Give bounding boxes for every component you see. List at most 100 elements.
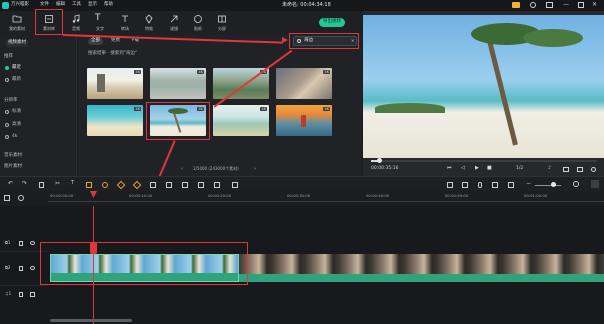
stop-icon[interactable]: ■ bbox=[487, 166, 492, 171]
redo-icon[interactable]: ↷ bbox=[22, 181, 27, 187]
snapshot-icon[interactable] bbox=[563, 167, 569, 172]
snap-icon[interactable] bbox=[508, 182, 514, 188]
track-1-eye-icon[interactable] bbox=[30, 241, 35, 245]
link-icon[interactable] bbox=[18, 195, 24, 201]
text-tool-icon[interactable]: T bbox=[71, 181, 74, 186]
music-note-icon bbox=[71, 14, 81, 24]
zoom-slider[interactable] bbox=[535, 185, 561, 186]
export-button[interactable]: 导出视频 bbox=[319, 18, 345, 27]
tab-audio-label: 音频 bbox=[72, 26, 80, 31]
thumbnail-2[interactable]: 4K bbox=[150, 68, 206, 99]
color-icon[interactable] bbox=[116, 180, 126, 190]
menu-file[interactable]: 文件 bbox=[40, 2, 49, 8]
green-screen-icon[interactable] bbox=[150, 182, 156, 188]
title-bar: 万兴喵影 文件 编辑 工具 显示 帮助 未命名: 00:04:34:18 — ✕ bbox=[0, 0, 604, 11]
cut-icon[interactable]: ✂ bbox=[55, 181, 60, 187]
tab-audio[interactable]: 音频 bbox=[64, 12, 88, 34]
playback-progress[interactable] bbox=[371, 160, 597, 162]
keyframe-icon[interactable] bbox=[132, 180, 142, 190]
tab-transitions[interactable]: 转场 bbox=[113, 12, 137, 34]
tab-effects[interactable]: 特效 bbox=[137, 12, 161, 34]
maximize-icon[interactable] bbox=[578, 2, 584, 8]
filter-tab-downloaded[interactable]: 下载 bbox=[130, 38, 139, 44]
crown-icon[interactable] bbox=[512, 2, 520, 8]
audio-track-mute-icon[interactable] bbox=[30, 292, 35, 297]
fullscreen-icon[interactable] bbox=[577, 167, 583, 172]
voiceover-icon[interactable] bbox=[492, 182, 498, 188]
thumbnail-1[interactable]: 4K bbox=[87, 68, 143, 99]
menu-edit[interactable]: 编辑 bbox=[56, 2, 65, 8]
audio-mix-icon[interactable] bbox=[166, 182, 172, 188]
item-4k[interactable]: 4k bbox=[12, 134, 17, 140]
category-music[interactable]: 音乐素材 bbox=[4, 153, 22, 159]
split-icon[interactable] bbox=[214, 182, 220, 188]
step-back-icon[interactable]: ◁ bbox=[461, 166, 465, 171]
thumbnail-7[interactable]: 4K bbox=[213, 105, 269, 136]
delete-icon[interactable] bbox=[39, 182, 44, 188]
play-icon[interactable]: ▶ bbox=[475, 166, 479, 171]
user-icon[interactable] bbox=[530, 2, 536, 8]
minimize-icon[interactable]: — bbox=[563, 2, 569, 8]
existing-video-clip[interactable] bbox=[239, 254, 604, 282]
playback-scale[interactable]: 1/2 bbox=[516, 166, 523, 172]
close-icon[interactable]: ✕ bbox=[592, 2, 597, 8]
item-sd[interactable]: 标清 bbox=[12, 109, 21, 115]
ruler-tick-6: 00:01:00:00 bbox=[524, 193, 548, 198]
tab-filters[interactable]: 滤镜 bbox=[162, 12, 186, 34]
effects-icon bbox=[144, 14, 154, 24]
highlight-search bbox=[289, 33, 359, 49]
track-2-lock-icon[interactable] bbox=[19, 266, 23, 271]
timeline-settings-icon[interactable] bbox=[591, 180, 599, 188]
filter-tab-all[interactable]: 全部 bbox=[88, 38, 103, 45]
item-recent[interactable]: 最近 bbox=[12, 65, 21, 71]
tab-stickers[interactable]: 贴纸 bbox=[186, 12, 210, 34]
mic-icon[interactable] bbox=[478, 182, 482, 188]
add-track-icon[interactable] bbox=[4, 195, 10, 201]
marker-icon[interactable] bbox=[462, 182, 468, 188]
section-recommended[interactable]: 推荐 bbox=[4, 54, 13, 60]
section-resolution[interactable]: 分辨率 bbox=[4, 98, 18, 104]
page-prev-icon[interactable]: ‹ bbox=[181, 167, 183, 172]
thumbnail-8[interactable]: 4K bbox=[276, 105, 332, 136]
menu-help[interactable]: 帮助 bbox=[104, 2, 113, 8]
filter-tab-free[interactable]: 免费 bbox=[111, 38, 120, 44]
video-media-header[interactable]: 视频素材 bbox=[6, 40, 28, 47]
item-hd[interactable]: 高清 bbox=[12, 122, 21, 128]
item-latest[interactable]: 最新 bbox=[12, 77, 21, 83]
preview-video bbox=[363, 15, 604, 158]
undo-icon[interactable]: ↶ bbox=[8, 181, 13, 187]
thumbnail-5[interactable]: 4K bbox=[87, 105, 143, 136]
tab-my-media[interactable]: 我的素材 bbox=[5, 12, 29, 34]
stabilize-icon[interactable] bbox=[198, 182, 204, 188]
crop-icon[interactable] bbox=[86, 182, 92, 188]
track-1-lock-icon[interactable] bbox=[19, 241, 23, 246]
speed-icon[interactable] bbox=[102, 182, 108, 188]
timeline-ruler[interactable]: 00:00:00:00 00:00:10:00 00:00:20:00 00:0… bbox=[0, 191, 604, 206]
skip-back-icon[interactable]: ⏮ bbox=[447, 166, 452, 171]
tab-split-screen[interactable]: 分屏 bbox=[210, 12, 234, 34]
audio-track-lock-icon[interactable] bbox=[19, 292, 23, 297]
category-images[interactable]: 图片素材 bbox=[4, 164, 22, 170]
current-time: 00:00:35:16 bbox=[371, 166, 399, 171]
zoom-slider-knob[interactable] bbox=[551, 182, 556, 187]
settings-icon[interactable] bbox=[591, 167, 596, 172]
mail-icon[interactable] bbox=[546, 2, 553, 8]
menu-tools[interactable]: 工具 bbox=[72, 2, 81, 8]
render-icon[interactable] bbox=[447, 182, 453, 188]
text-icon: T bbox=[95, 13, 101, 23]
motion-icon[interactable] bbox=[182, 182, 188, 188]
playhead-knob[interactable] bbox=[377, 158, 382, 163]
menu-view[interactable]: 显示 bbox=[88, 2, 97, 8]
zoom-out-icon[interactable]: − bbox=[526, 181, 531, 187]
tab-text[interactable]: T 文字 bbox=[88, 12, 112, 34]
timeline-scrollbar[interactable] bbox=[50, 319, 132, 322]
volume-icon[interactable]: ♪ bbox=[548, 166, 551, 171]
record-icon[interactable] bbox=[232, 182, 238, 188]
thumbnail-4[interactable]: 4K bbox=[276, 68, 332, 99]
page-next-icon[interactable]: › bbox=[254, 167, 256, 172]
track-2-eye-icon[interactable] bbox=[30, 266, 35, 270]
track-1-icon: ⧉1 bbox=[5, 240, 11, 245]
zoom-in-icon[interactable] bbox=[573, 181, 579, 187]
tab-transitions-label: 转场 bbox=[121, 26, 129, 31]
tab-stickers-label: 贴纸 bbox=[194, 26, 202, 31]
